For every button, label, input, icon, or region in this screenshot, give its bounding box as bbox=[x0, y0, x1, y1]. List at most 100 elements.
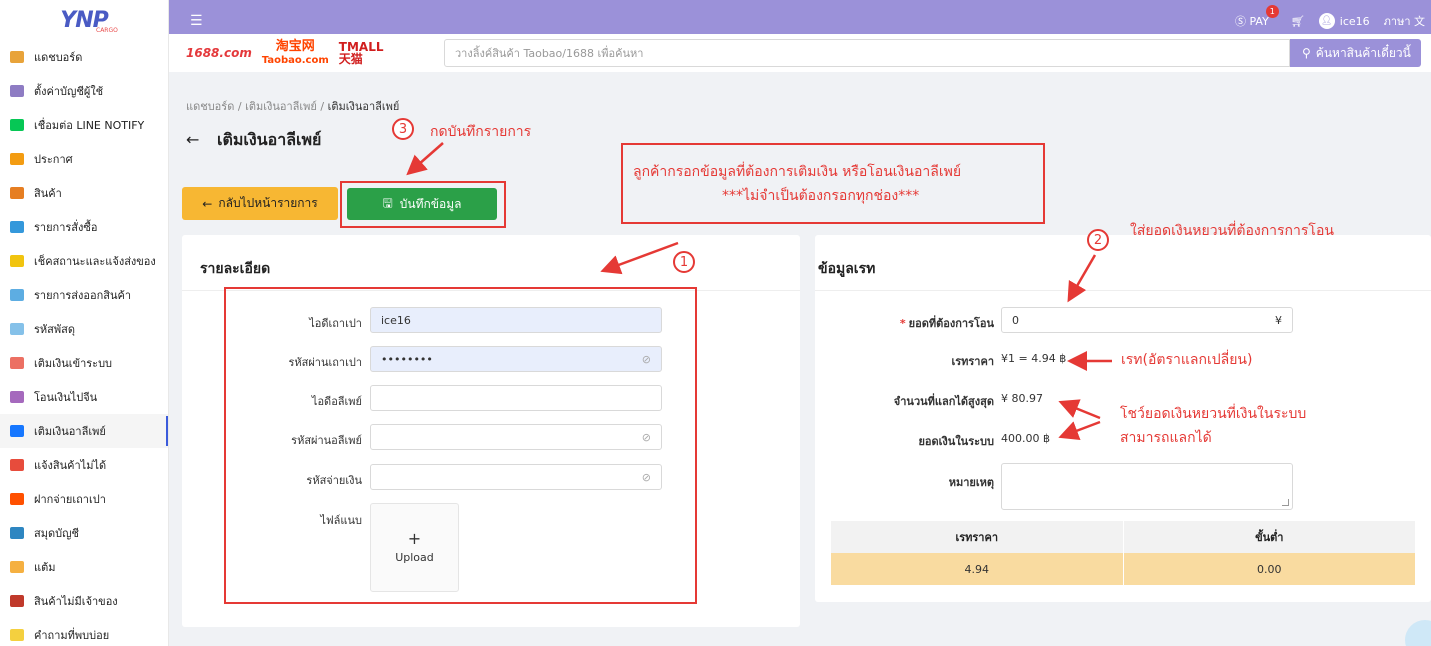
divider bbox=[815, 290, 1431, 291]
sidebar-item[interactable]: เช็คสถานะและแจ้งส่งของ bbox=[0, 244, 168, 278]
back-to-list-button[interactable]: ← กลับไปหน้ารายการ bbox=[182, 187, 338, 220]
cart-icon[interactable]: 🛒︎ bbox=[1291, 15, 1305, 28]
sidebar-item-icon bbox=[10, 561, 24, 573]
details-title: รายละเอียด bbox=[200, 261, 271, 277]
sidebar-item[interactable]: คำถามที่พบบ่อย bbox=[0, 618, 168, 646]
sidebar-item-label: สมุดบัญชี bbox=[34, 527, 79, 540]
sidebar-item-icon bbox=[10, 221, 24, 233]
sidebar-item-icon bbox=[10, 527, 24, 539]
sidebar-item[interactable]: เติมเงินเข้าระบบ bbox=[0, 346, 168, 380]
menu-toggle-icon[interactable]: ☰ bbox=[190, 13, 203, 29]
sidebar-item[interactable]: โอนเงินไปจีน bbox=[0, 380, 168, 414]
top-right-actions: Ⓢ PAY 1 🛒︎ 👤︎ ice16 ภาษา 文 bbox=[1234, 5, 1431, 30]
sidebar-item-label: เติมเงินเข้าระบบ bbox=[34, 357, 113, 370]
amount-label: * ยอดที่ต้องการโอน bbox=[900, 314, 994, 332]
sidebar-item-icon bbox=[10, 595, 24, 607]
balance-label: ยอดเงินในระบบ bbox=[918, 435, 994, 448]
sidebar-item[interactable]: ประกาศ bbox=[0, 142, 168, 176]
sidebar-item[interactable]: ตั้งค่าบัญชีผู้ใช้ bbox=[0, 74, 168, 108]
rate-table-header: เรทราคา ขั้นต่ำ bbox=[831, 521, 1415, 553]
page-title-text: เติมเงินอาลีเพย์ bbox=[216, 130, 322, 149]
breadcrumb-dashboard[interactable]: แดชบอร์ด bbox=[186, 100, 234, 113]
coin-icon: Ⓢ bbox=[1234, 15, 1246, 28]
search-button[interactable]: ⚲ ค้นหาสินค้าเดี๋ยวนี้ bbox=[1290, 39, 1421, 67]
sidebar-item[interactable]: รายการสั่งซื้อ bbox=[0, 210, 168, 244]
sidebar-item[interactable]: แต้ม bbox=[0, 550, 168, 584]
breadcrumb-separator: / bbox=[320, 100, 325, 113]
note-textarea[interactable] bbox=[1001, 463, 1293, 510]
annotation-box-info bbox=[621, 143, 1045, 224]
avatar: 👤︎ bbox=[1318, 13, 1335, 29]
sidebar-item-icon bbox=[10, 51, 24, 63]
chat-bubble[interactable] bbox=[1405, 620, 1431, 646]
search-input[interactable]: วางลิ้งค์สินค้า Taobao/1688 เพื่อค้นหา bbox=[444, 39, 1290, 67]
pay-button[interactable]: Ⓢ PAY 1 bbox=[1234, 5, 1279, 29]
sidebar-item-icon bbox=[10, 119, 24, 131]
sidebar-item-icon bbox=[10, 153, 24, 165]
sidebar-item[interactable]: เติมเงินอาลีเพย์ bbox=[0, 414, 168, 448]
amount-input[interactable]: 0 ¥ bbox=[1001, 307, 1293, 333]
sidebar-item-label: เติมเงินอาลีเพย์ bbox=[34, 425, 106, 438]
breadcrumb: แดชบอร์ด / เติมเงินอาลีเพย์ / เติมเงินอา… bbox=[186, 97, 399, 115]
sidebar-item-icon bbox=[10, 85, 24, 97]
brand-tmall-cn: 天猫 bbox=[338, 52, 363, 66]
sidebar-item[interactable]: เชื่อมต่อ LINE NOTIFY bbox=[0, 108, 168, 142]
search-button-label: ค้นหาสินค้าเดี๋ยวนี้ bbox=[1315, 45, 1411, 60]
sidebar-item[interactable]: แจ้งสินค้าไม่ได้ bbox=[0, 448, 168, 482]
breadcrumb-alipay[interactable]: เติมเงินอาลีเพย์ bbox=[245, 100, 317, 113]
sidebar-item-label: แจ้งสินค้าไม่ได้ bbox=[34, 459, 107, 472]
language-selector[interactable]: ภาษา 文 bbox=[1384, 12, 1425, 30]
sidebar-item-icon bbox=[10, 493, 24, 505]
sidebar-item-icon bbox=[10, 391, 24, 403]
sidebar-item-label: สินค้าไม่มีเจ้าของ bbox=[34, 595, 118, 608]
translate-icon: 文 bbox=[1414, 15, 1425, 28]
sidebar-item[interactable]: รายการส่งออกสินค้า bbox=[0, 278, 168, 312]
username: ice16 bbox=[1339, 14, 1370, 28]
sidebar-item[interactable]: ฝากจ่ายเถาเปา bbox=[0, 482, 168, 516]
sidebar-item[interactable]: รหัสพัสดุ bbox=[0, 312, 168, 346]
sidebar-item-icon bbox=[10, 629, 24, 641]
sidebar-item-label: ตั้งค่าบัญชีผู้ใช้ bbox=[34, 85, 104, 98]
user-menu[interactable]: 👤︎ ice16 bbox=[1318, 13, 1370, 29]
breadcrumb-separator: / bbox=[237, 100, 242, 113]
pay-badge: 1 bbox=[1265, 5, 1279, 18]
annotation-info-line2: ***ไม่จำเป็นต้องกรอกทุกช่อง*** bbox=[722, 188, 920, 204]
breadcrumb-current: เติมเงินอาลีเพย์ bbox=[327, 100, 400, 113]
sidebar-item-icon bbox=[10, 289, 24, 301]
back-button-label: กลับไปหน้ารายการ bbox=[218, 196, 318, 210]
annotation-info-line1: ลูกค้ากรอกข้อมูลที่ต้องการเติมเงิน หรือโ… bbox=[633, 164, 962, 180]
rate-header-cell: เรทราคา bbox=[831, 521, 1124, 553]
amount-label-text: ยอดที่ต้องการโอน bbox=[908, 317, 994, 330]
rate-label: เรทราคา bbox=[951, 355, 994, 368]
sidebar-item[interactable]: สินค้าไม่มีเจ้าของ bbox=[0, 584, 168, 618]
annotation-show-line1: โชว์ยอดเงินหยวนที่เงินในระบบ bbox=[1120, 406, 1307, 422]
sidebar-item-label: สินค้า bbox=[34, 187, 62, 200]
sidebar-item[interactable]: สินค้า bbox=[0, 176, 168, 210]
annotation-step2: 2 bbox=[1087, 229, 1109, 251]
sidebar-item-icon bbox=[10, 187, 24, 199]
sidebar-item[interactable]: แดชบอร์ด bbox=[0, 40, 168, 74]
search-placeholder: วางลิ้งค์สินค้า Taobao/1688 เพื่อค้นหา bbox=[455, 47, 644, 60]
sidebar-item-label: ประกาศ bbox=[34, 153, 73, 166]
search-icon: ⚲ bbox=[1302, 46, 1311, 60]
brand-taobao-text: Taobao.com bbox=[261, 55, 329, 66]
back-arrow-icon[interactable]: ← bbox=[186, 130, 199, 149]
max-exchange-label: จำนวนที่แลกได้สูงสุด bbox=[893, 395, 994, 408]
annotation-step3-text: กดบันทึกรายการ bbox=[430, 124, 532, 140]
arrow-left-icon: ← bbox=[202, 196, 213, 211]
logo[interactable]: YNP CARGO bbox=[0, 0, 168, 40]
logo-sub: CARGO bbox=[96, 27, 118, 34]
sidebar-item-label: ฝากจ่ายเถาเปา bbox=[34, 493, 106, 506]
sidebar-item[interactable]: สมุดบัญชี bbox=[0, 516, 168, 550]
sidebar-item-icon bbox=[10, 255, 24, 267]
brand-tmall-logo: TMALL 天猫 bbox=[339, 41, 384, 65]
sidebar-item-label: รหัสพัสดุ bbox=[34, 323, 75, 336]
sidebar-item-label: คำถามที่พบบ่อย bbox=[34, 629, 110, 642]
annotation-rate-text: เรท(อัตราแลกเปลี่ยน) bbox=[1121, 352, 1253, 368]
required-mark: * bbox=[899, 317, 906, 330]
sidebar-item-label: รายการสั่งซื้อ bbox=[34, 221, 98, 234]
language-label: ภาษา bbox=[1383, 15, 1411, 28]
sidebar-item-icon bbox=[10, 459, 24, 471]
brand-taobao-logo: 淘宝网 Taobao.com bbox=[262, 40, 329, 66]
sidebar-item-icon bbox=[10, 425, 24, 437]
